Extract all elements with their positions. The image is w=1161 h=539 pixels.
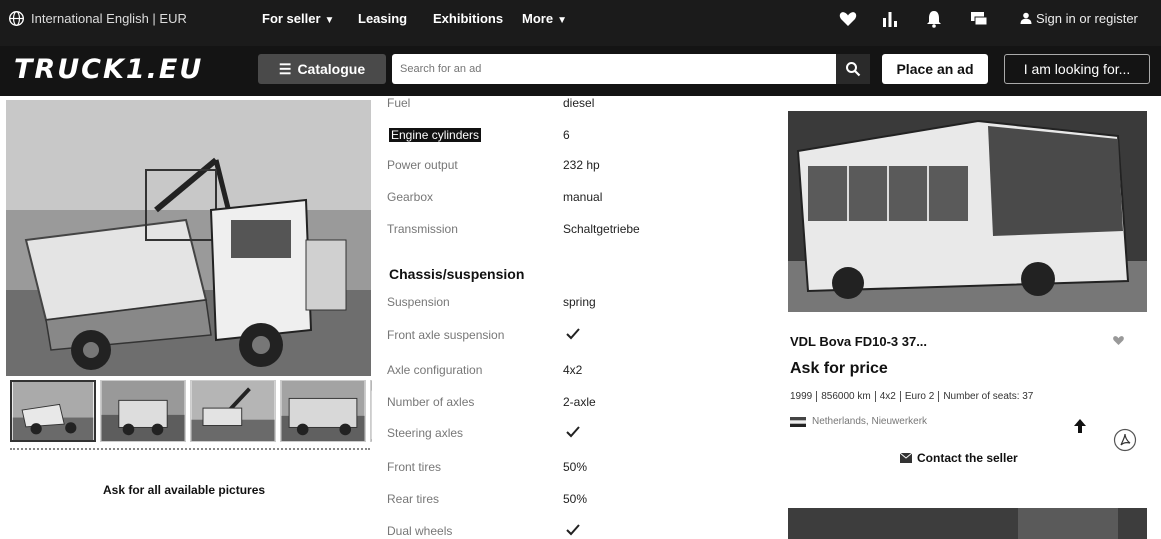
locale-selector[interactable]: International English | EUR [31,11,187,26]
arrow-up-icon[interactable] [1073,418,1087,434]
spec-row-rear-tires: Rear tires 50% [385,490,775,510]
fact-emission: Euro 2 [901,391,940,402]
spec-value: 4x2 [563,363,583,377]
spec-label: Steering axles [387,426,464,440]
thumbnail-image[interactable] [10,380,96,442]
spec-label: Suspension [387,295,450,309]
fact-year: 1999 [790,391,818,402]
spec-value: manual [563,190,603,204]
chart-icon[interactable] [880,9,900,29]
spec-label: Axle configuration [387,363,483,377]
fact-seats: Number of seats: 37 [943,391,1034,402]
listing-title[interactable]: VDL Bova FD10-3 37... [790,334,927,349]
top-nav-bar: International English | EUR For seller ▼ … [0,0,1161,46]
fact-mileage: 856000 km [817,391,876,402]
thumbnail-image[interactable] [370,380,372,442]
spec-value: 6 [563,128,570,142]
chevron-down-icon: ▼ [324,15,335,26]
listing-facts: 1999 856000 km 4x2 Euro 2 Number of seat… [790,391,1037,402]
spec-row-front-axle-suspension: Front axle suspension [385,326,775,346]
location-text: Netherlands, Nieuwerkerk [812,416,928,427]
search-icon [846,62,861,77]
spec-value: 50% [563,460,588,474]
spec-row-transmission: Transmission Schaltgetriebe [385,220,775,240]
spec-label: Fuel [387,96,411,110]
envelope-icon [900,453,912,463]
spec-label: Front axle suspension [387,328,505,342]
spec-label: Transmission [387,222,458,236]
nav-exhibitions[interactable]: Exhibitions [433,11,503,26]
listing-photo-next[interactable] [788,508,1147,539]
spec-label: Front tires [387,460,442,474]
spec-value: Schaltgetriebe [563,222,640,236]
netherlands-flag-icon [790,416,806,427]
pdf-icon[interactable] [1113,428,1137,452]
spec-row-axle-configuration: Axle configuration 4x2 [385,361,775,381]
nav-more[interactable]: More ▼ [522,11,567,26]
chat-icon[interactable] [969,9,989,29]
section-title-chassis: Chassis/suspension [389,266,525,282]
spec-row-suspension: Suspension spring [385,293,775,313]
spec-value: spring [563,295,596,309]
spec-row-gearbox: Gearbox manual [385,188,775,208]
chevron-down-icon: ▼ [557,15,567,26]
site-logo[interactable]: TRUCK1.EU [14,54,203,85]
search-bar: TRUCK1.EU ☰ Catalogue Place an ad I am l… [0,46,1161,96]
nav-leasing[interactable]: Leasing [358,11,407,26]
catalogue-button[interactable]: ☰ Catalogue [258,54,386,84]
spec-row-front-tires: Front tires 50% [385,458,775,478]
spec-value: 2-axle [563,395,596,409]
spec-label: Dual wheels [387,524,453,538]
spec-value: 232 hp [563,158,600,172]
thumbnail-scrollbar[interactable] [10,448,370,452]
listing-price: Ask for price [790,360,888,377]
checkmark-icon [566,524,580,536]
nav-for-seller[interactable]: For seller ▼ [262,11,334,26]
heart-icon[interactable] [1112,334,1125,347]
spec-value: diesel [563,96,595,110]
spec-row-power-output: Power output 232 hp [385,156,775,176]
place-ad-button[interactable]: Place an ad [882,54,988,84]
spec-label: Number of axles [387,395,475,409]
sign-in-link[interactable]: Sign in or register [1020,11,1138,26]
search-input[interactable] [392,54,836,84]
listing-photo[interactable] [788,111,1147,312]
contact-seller-button[interactable]: Contact the seller [900,451,1018,465]
spec-row-engine-cylinders: Engine cylinders 6 [385,126,775,146]
spec-row-steering-axles: Steering axles [385,424,775,444]
looking-for-button[interactable]: I am looking for... [1004,54,1150,84]
globe-icon[interactable] [8,10,25,27]
spec-row-dual-wheels: Dual wheels [385,522,775,539]
spec-label: Engine cylinders [389,128,482,142]
user-icon [1020,12,1032,24]
listing-location: Netherlands, Nieuwerkerk [790,416,927,427]
spec-label: Gearbox [387,190,434,204]
thumbnail-strip [10,380,372,444]
heart-icon[interactable] [838,9,858,29]
spec-value: 50% [563,492,588,506]
spec-row-fuel: Fuel diesel [385,94,775,114]
spec-label: Rear tires [387,492,440,506]
menu-icon: ☰ [278,60,292,77]
main-vehicle-photo[interactable] [6,100,371,376]
search-button[interactable] [836,54,870,84]
spec-row-number-of-axles: Number of axles 2-axle [385,393,775,413]
thumbnail-image[interactable] [190,380,276,442]
checkmark-icon [566,426,580,438]
ask-all-pictures-link[interactable]: Ask for all available pictures [103,483,265,497]
thumbnail-image[interactable] [100,380,186,442]
thumbnail-image[interactable] [280,380,366,442]
spec-label: Power output [387,158,458,172]
bell-icon[interactable] [924,9,944,29]
checkmark-icon [566,328,580,340]
fact-axle-config: 4x2 [876,391,901,402]
